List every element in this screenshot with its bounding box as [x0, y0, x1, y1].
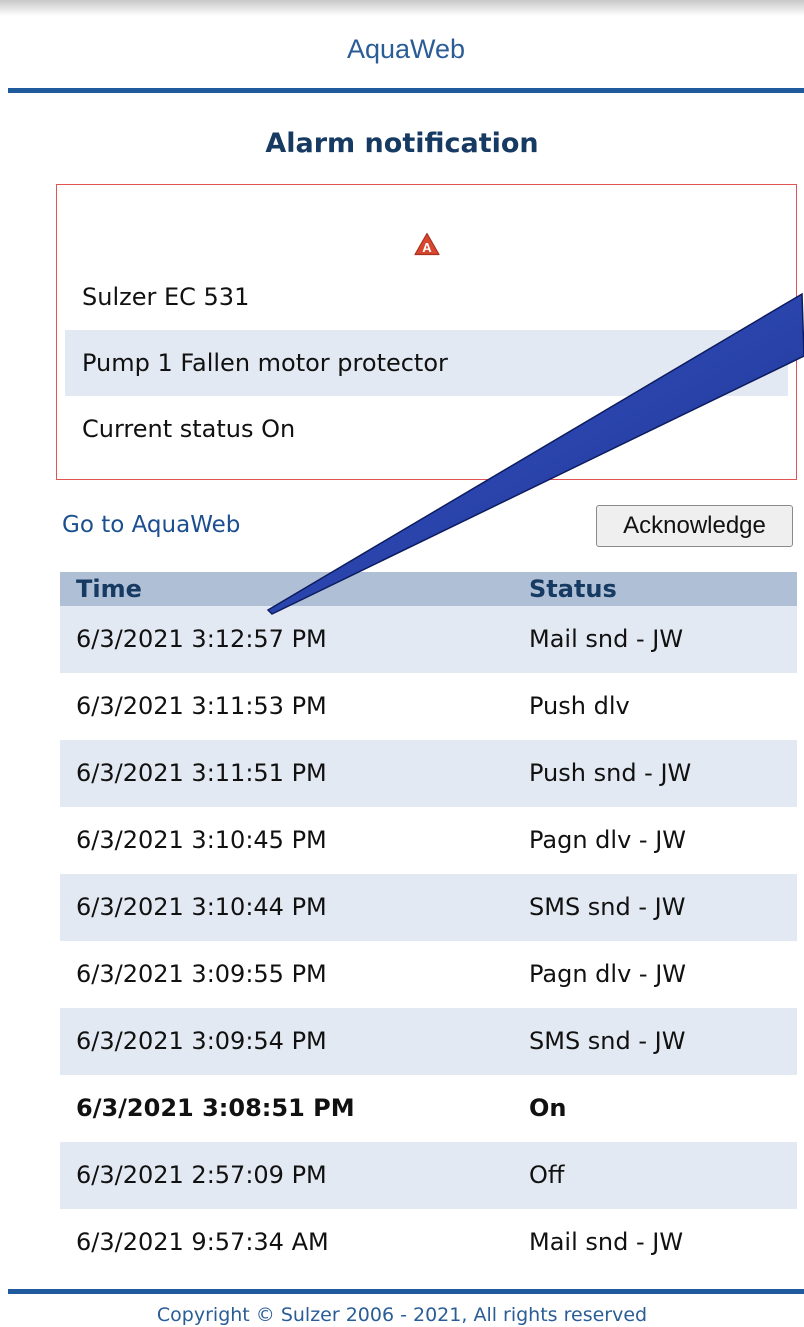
row-status: SMS snd - JW — [529, 893, 686, 921]
row-time: 6/3/2021 3:12:57 PM — [76, 625, 327, 653]
table-row: 6/3/2021 3:11:51 PM Push snd - JW — [60, 740, 797, 807]
table-row: 6/3/2021 3:11:53 PM Push dlv — [60, 673, 797, 740]
row-status: SMS snd - JW — [529, 1027, 686, 1055]
row-time: 6/3/2021 3:09:54 PM — [76, 1027, 327, 1055]
alarm-current-status: Current status On — [82, 415, 296, 443]
app-header: AquaWeb — [8, 12, 804, 93]
row-time: 6/3/2021 3:08:51 PM — [76, 1094, 355, 1122]
table-row: 6/3/2021 3:10:44 PM SMS snd - JW — [60, 874, 797, 941]
column-header-status: Status — [529, 575, 617, 603]
row-time: 6/3/2021 3:11:53 PM — [76, 692, 327, 720]
row-status: Pagn dlv - JW — [529, 826, 687, 854]
row-status: Off — [529, 1161, 565, 1189]
alarm-icon-letter: A — [422, 240, 432, 255]
row-status: Mail snd - JW — [529, 625, 684, 653]
page-title: Alarm notification — [265, 128, 539, 159]
row-time: 6/3/2021 3:10:45 PM — [76, 826, 327, 854]
table-row: 6/3/2021 9:57:34 AM Mail snd - JW — [60, 1209, 797, 1276]
table-row: 6/3/2021 3:09:54 PM SMS snd - JW — [60, 1008, 797, 1075]
brand-title: AquaWeb — [346, 34, 466, 64]
footer-divider — [8, 1289, 804, 1294]
row-time: 6/3/2021 3:09:55 PM — [76, 960, 327, 988]
row-status: Push snd - JW — [529, 759, 692, 787]
row-status: Mail snd - JW — [529, 1228, 684, 1256]
column-header-time: Time — [76, 575, 142, 603]
go-to-aquaweb-link[interactable]: Go to AquaWeb — [62, 512, 240, 538]
alarm-history-table: Time Status 6/3/2021 3:12:57 PM Mail snd… — [60, 572, 797, 1276]
row-status: Push dlv — [529, 692, 630, 720]
row-time: 6/3/2021 3:11:51 PM — [76, 759, 327, 787]
row-time: 6/3/2021 2:57:09 PM — [76, 1161, 327, 1189]
table-header: Time Status — [60, 572, 797, 606]
alarm-message: Pump 1 Fallen motor protector — [65, 330, 788, 396]
table-row-highlighted: 6/3/2021 3:08:51 PM On — [60, 1075, 797, 1142]
row-time: 6/3/2021 3:10:44 PM — [76, 893, 327, 921]
alarm-device: Sulzer EC 531 — [82, 283, 250, 311]
row-status: On — [529, 1094, 567, 1122]
acknowledge-button[interactable]: Acknowledge — [596, 505, 793, 547]
row-status: Pagn dlv - JW — [529, 960, 687, 988]
table-row: 6/3/2021 3:12:57 PM Mail snd - JW — [60, 606, 797, 673]
alarm-a-icon: A — [414, 232, 440, 256]
table-row: 6/3/2021 3:10:45 PM Pagn dlv - JW — [60, 807, 797, 874]
row-time: 6/3/2021 9:57:34 AM — [76, 1228, 329, 1256]
table-row: 6/3/2021 3:09:55 PM Pagn dlv - JW — [60, 941, 797, 1008]
copyright-text: Copyright © Sulzer 2006 - 2021, All righ… — [156, 1304, 648, 1326]
table-row: 6/3/2021 2:57:09 PM Off — [60, 1142, 797, 1209]
alarm-panel: A Sulzer EC 531 Pump 1 Fallen motor prot… — [56, 184, 797, 480]
